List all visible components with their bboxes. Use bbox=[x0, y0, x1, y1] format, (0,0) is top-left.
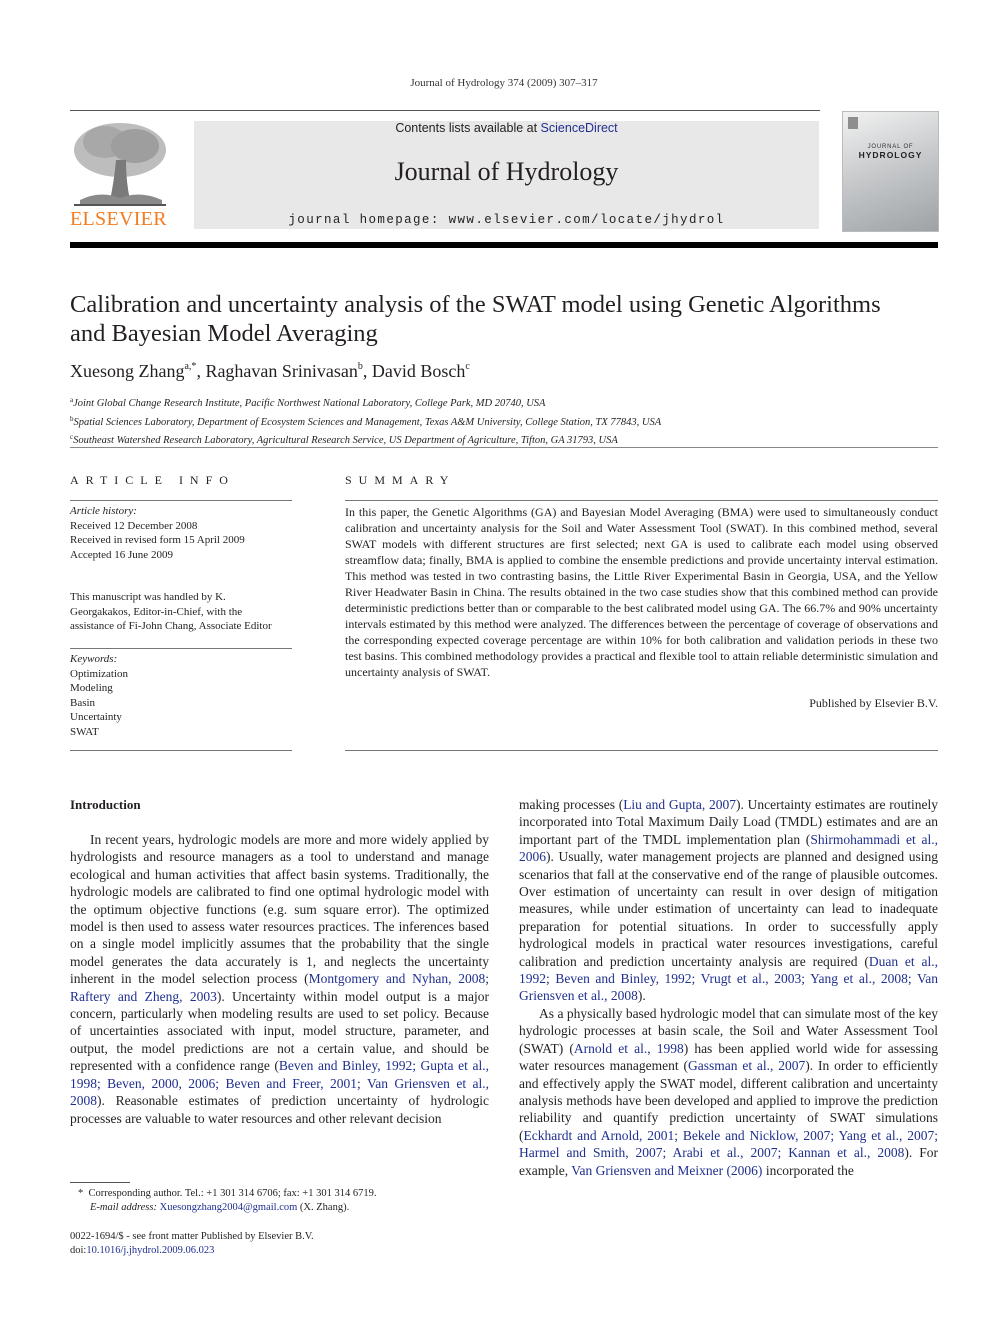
keywords-rule bbox=[70, 648, 292, 649]
keyword-item: Optimization bbox=[70, 667, 129, 680]
corresponding-author-note: * Corresponding author. Tel.: +1 301 314… bbox=[70, 1187, 376, 1201]
history-label: Article history: bbox=[70, 505, 137, 517]
citation-link[interactable]: Eckhardt and Arnold, 2001; Bekele and Ni… bbox=[519, 1128, 938, 1160]
body-text: making processes ( bbox=[519, 797, 624, 812]
body-text: In recent years, hydrologic models are m… bbox=[70, 832, 489, 987]
header-top-rule bbox=[70, 110, 820, 111]
doi-label: doi: bbox=[70, 1245, 87, 1256]
elsevier-wordmark: ELSEVIER bbox=[70, 208, 167, 230]
doi-link[interactable]: 10.1016/j.jhydrol.2009.06.023 bbox=[86, 1245, 214, 1256]
keyword-item: Modeling bbox=[70, 682, 113, 694]
body-text: ). Reasonable estimates of prediction un… bbox=[70, 1093, 489, 1126]
tree-icon bbox=[74, 123, 166, 206]
body-left-column: In recent years, hydrologic models are m… bbox=[70, 831, 489, 1127]
author-name[interactable]: Raghavan Srinivasan bbox=[205, 361, 357, 381]
affiliations: aJoint Global Change Research Institute,… bbox=[70, 393, 661, 449]
author-affil-sup[interactable]: c bbox=[465, 361, 469, 372]
doi-line: doi:10.1016/j.jhydrol.2009.06.023 bbox=[70, 1244, 314, 1258]
body-right-column: making processes (Liu and Gupta, 2007 ). … bbox=[519, 796, 938, 1179]
author-affil-sup[interactable]: a,* bbox=[184, 361, 196, 372]
cover-elsevier-mini-logo bbox=[848, 117, 858, 129]
body-paragraph: As a physically based hydrologic model t… bbox=[519, 1005, 938, 1179]
affiliation-item: cSoutheast Watershed Research Laboratory… bbox=[70, 430, 661, 449]
author-list: Xuesong Zhanga,*, Raghavan Srinivasanb, … bbox=[70, 361, 470, 382]
revised-date: Received in revised form 15 April 2009 bbox=[70, 534, 245, 546]
keywords: Keywords: Optimization Modeling Basin Un… bbox=[70, 652, 292, 739]
contents-line: Contents lists available at ScienceDirec… bbox=[194, 121, 819, 135]
affiliation-item: aJoint Global Change Research Institute,… bbox=[70, 393, 661, 412]
article-history: Article history: Received 12 December 20… bbox=[70, 504, 292, 562]
sciencedirect-link[interactable]: ScienceDirect bbox=[541, 121, 618, 135]
asterisk-marker: * bbox=[78, 1188, 89, 1199]
citation-link[interactable]: Liu and Gupta, 2007 bbox=[623, 797, 736, 812]
editor-note-line: This manuscript was handled by K. bbox=[70, 591, 226, 603]
issn-line: 0022-1694/$ - see front matter Published… bbox=[70, 1231, 314, 1242]
journal-banner: Contents lists available at ScienceDirec… bbox=[194, 121, 819, 229]
body-text: ). Usually, water management projects ar… bbox=[519, 849, 938, 969]
editor-note-line: Georgakakos, Editor-in-Chief, with the bbox=[70, 605, 243, 618]
contents-prefix: Contents lists available at bbox=[395, 121, 541, 135]
article-title-line2: and Bayesian Model Averaging bbox=[70, 320, 378, 347]
affiliation-text: Spatial Sciences Laboratory, Department … bbox=[73, 416, 662, 428]
body-paragraph: making processes (Liu and Gupta, 2007 ). … bbox=[519, 796, 938, 1005]
affiliations-rule bbox=[70, 447, 938, 448]
editor-note-line: assistance of Fi-John Chang, Associate E… bbox=[70, 620, 272, 632]
footnote: * Corresponding author. Tel.: +1 301 314… bbox=[70, 1187, 376, 1215]
keyword-item: SWAT bbox=[70, 725, 99, 738]
affiliation-text: Joint Global Change Research Institute, … bbox=[73, 398, 546, 409]
article-title-line1: Calibration and uncertainty analysis of … bbox=[70, 291, 881, 318]
citation-link[interactable]: Van Griensven and Meixner (2006) bbox=[571, 1163, 762, 1178]
summary-rule bbox=[345, 500, 938, 501]
elsevier-tree-logo bbox=[70, 120, 170, 208]
citation-link[interactable]: Gassman et al., 2007 bbox=[688, 1058, 805, 1073]
summary-text: In this paper, the Genetic Algorithms (G… bbox=[345, 505, 938, 679]
article-title: Calibration and uncertainty analysis of … bbox=[70, 290, 950, 348]
email-label: E-mail address: bbox=[90, 1202, 157, 1213]
journal-homepage[interactable]: journal homepage: www.elsevier.com/locat… bbox=[194, 213, 819, 227]
issn-block: 0022-1694/$ - see front matter Published… bbox=[70, 1230, 314, 1258]
article-info-rule bbox=[70, 500, 292, 501]
body-text: ). bbox=[637, 988, 646, 1004]
summary-bottom-rule bbox=[345, 750, 938, 751]
email-suffix: (X. Zhang). bbox=[297, 1202, 350, 1213]
keyword-item: Basin bbox=[70, 696, 96, 709]
running-head: Journal of Hydrology 374 (2009) 307–317 bbox=[410, 77, 598, 89]
body-text: incorporated the bbox=[762, 1162, 854, 1178]
affiliation-text: Southeast Watershed Research Laboratory,… bbox=[73, 435, 618, 446]
journal-title: Journal of Hydrology bbox=[394, 157, 619, 186]
corresponding-author-text: Corresponding author. Tel.: +1 301 314 6… bbox=[88, 1188, 377, 1199]
affiliation-item: bSpatial Sciences Laboratory, Department… bbox=[70, 412, 661, 431]
email-line: E-mail address: Xuesongzhang2004@gmail.c… bbox=[70, 1201, 376, 1215]
summary-heading: SUMMARY bbox=[345, 473, 456, 487]
accepted-date: Accepted 16 June 2009 bbox=[70, 548, 173, 561]
keywords-label: Keywords: bbox=[70, 653, 118, 665]
received-date: Received 12 December 2008 bbox=[70, 519, 198, 532]
editor-note: This manuscript was handled by K. Georga… bbox=[70, 590, 292, 634]
author-separator: , bbox=[362, 361, 372, 381]
article-info-bottom-rule bbox=[70, 750, 292, 751]
header-bottom-rule bbox=[70, 242, 938, 248]
keyword-item: Uncertainty bbox=[70, 711, 122, 723]
citation-link[interactable]: Arnold et al., 1998 bbox=[574, 1041, 684, 1056]
cover-title-line2: HYDROLOGY bbox=[858, 150, 923, 160]
introduction-heading: Introduction bbox=[70, 797, 141, 812]
journal-cover-thumbnail: JOURNAL OF HYDROLOGY bbox=[842, 111, 939, 232]
footnote-rule bbox=[70, 1182, 130, 1183]
author-name[interactable]: David Bosch bbox=[372, 361, 466, 381]
author-name[interactable]: Xuesong Zhang bbox=[70, 361, 184, 381]
email-link[interactable]: Xuesongzhang2004@gmail.com bbox=[160, 1202, 298, 1213]
body-paragraph: In recent years, hydrologic models are m… bbox=[70, 831, 489, 1127]
article-info-heading: ARTICLE INFO bbox=[70, 473, 235, 487]
published-by: Published by Elsevier B.V. bbox=[809, 696, 938, 710]
